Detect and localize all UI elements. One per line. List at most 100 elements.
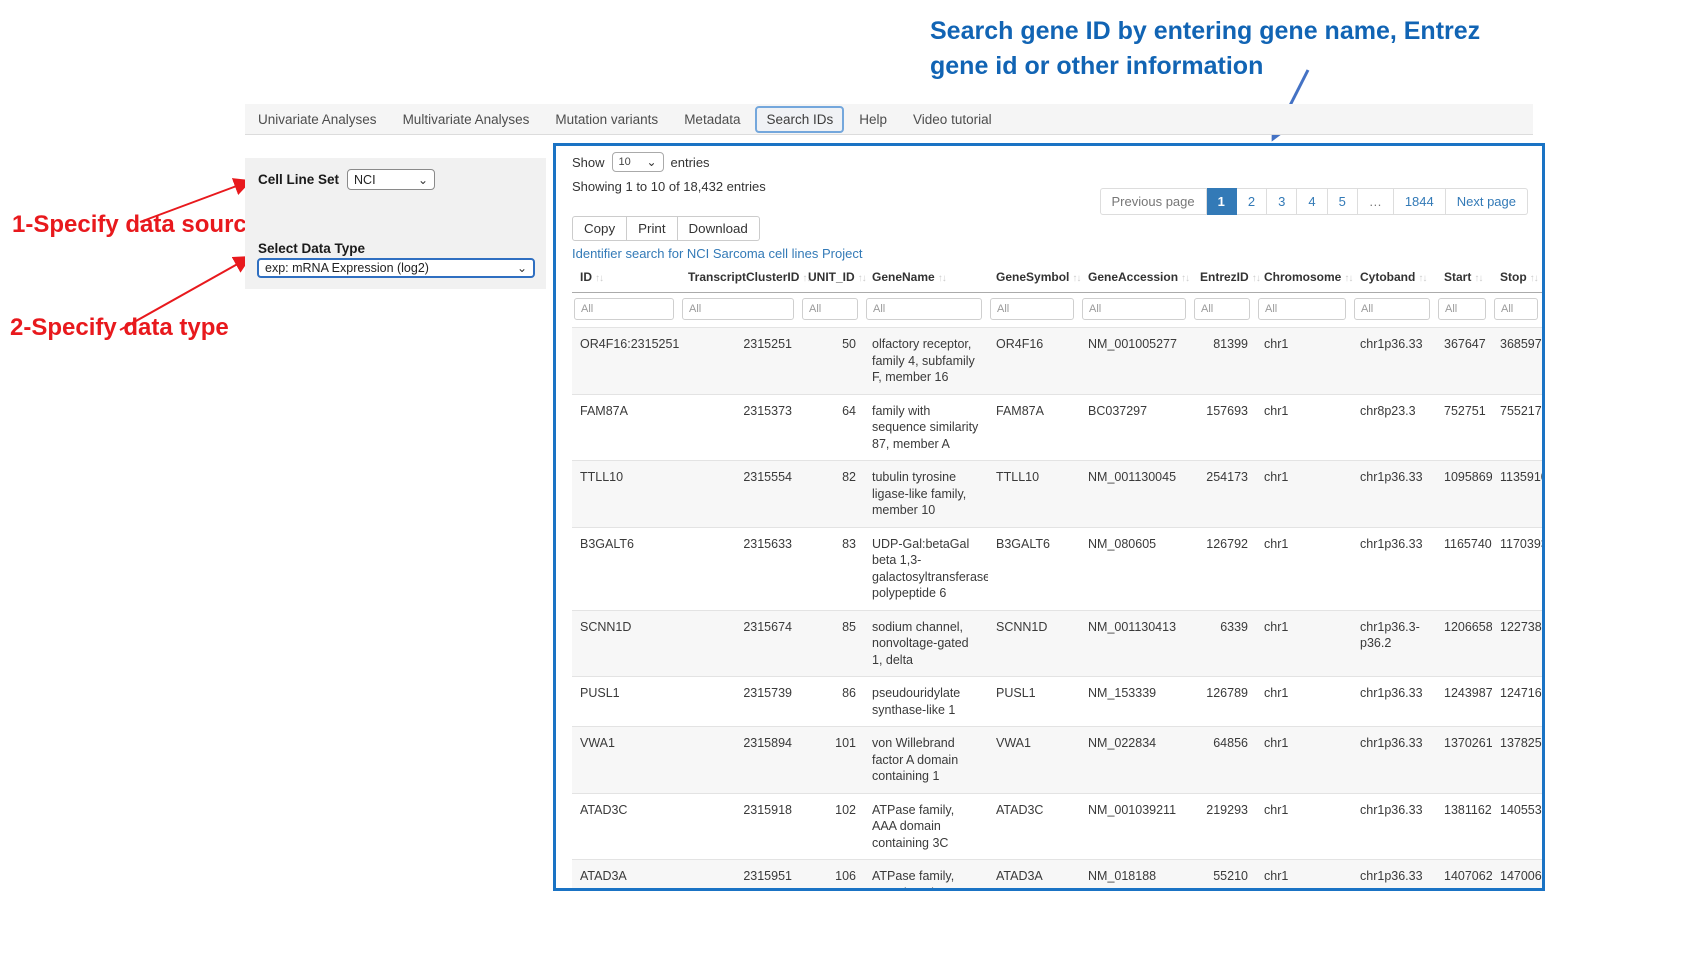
cell-chromosome: chr1 — [1256, 793, 1352, 860]
cell-cytoband: chr1p36.33 — [1352, 328, 1436, 395]
chevron-down-icon: ⌄ — [418, 175, 428, 185]
cell-gene_accession: NM_153339 — [1080, 677, 1192, 727]
table-row: OR4F16:2315251231525150olfactory recepto… — [572, 328, 1544, 395]
tab-metadata[interactable]: Metadata — [671, 112, 753, 127]
tab-help[interactable]: Help — [846, 112, 900, 127]
column-header-cytoband[interactable]: Cytoband↑↓ — [1352, 264, 1436, 293]
filter-input-gene_symbol[interactable] — [990, 298, 1074, 320]
cell-entrez_id: 219293 — [1192, 793, 1256, 860]
download-button[interactable]: Download — [678, 216, 760, 241]
cell-gene_accession: NM_080605 — [1080, 527, 1192, 610]
page-button-previous-page[interactable]: Previous page — [1100, 188, 1207, 215]
tab-multivariate-analyses[interactable]: Multivariate Analyses — [390, 112, 543, 127]
cell-transcript_cluster_id: 2315894 — [680, 727, 800, 794]
cell-line-set-row: Cell Line Set NCI ⌄ — [258, 169, 435, 190]
cell-gene_accession: NM_001130045 — [1080, 461, 1192, 528]
page-button-3[interactable]: 3 — [1267, 188, 1297, 215]
cell-line-set-value: NCI — [354, 173, 376, 187]
cell-unit_id: 101 — [800, 727, 864, 794]
filter-input-gene_accession[interactable] — [1082, 298, 1186, 320]
cell-gene_name: pseudouridylate synthase-like 1 — [864, 677, 988, 727]
print-button[interactable]: Print — [627, 216, 677, 241]
sort-icon: ↑↓ — [1474, 273, 1482, 284]
data-type-select[interactable]: exp: mRNA Expression (log2) ⌄ — [257, 258, 535, 278]
cell-gene_name: sodium channel, nonvoltage-gated 1, delt… — [864, 610, 988, 677]
identifier-search-link[interactable]: Identifier search for NCI Sarcoma cell l… — [572, 246, 862, 261]
filter-cell-cytoband — [1352, 293, 1436, 328]
column-label-gene_accession: GeneAccession — [1088, 270, 1178, 284]
step1-annotation: 1-Specify data source — [12, 212, 260, 238]
sort-icon: ↑↓ — [1181, 273, 1189, 284]
tab-video-tutorial[interactable]: Video tutorial — [900, 112, 1005, 127]
column-header-entrez_id[interactable]: EntrezID↑↓ — [1192, 264, 1256, 293]
cell-gene_name: family with sequence similarity 87, memb… — [864, 394, 988, 461]
page-button-5[interactable]: 5 — [1328, 188, 1358, 215]
cell-unit_id: 106 — [800, 860, 864, 892]
filter-input-start[interactable] — [1438, 298, 1486, 320]
filter-input-chromosome[interactable] — [1258, 298, 1346, 320]
cell-stop: 1227386 — [1492, 610, 1544, 677]
column-header-transcript_cluster_id[interactable]: TranscriptClusterID↑↓ — [680, 264, 800, 293]
column-header-gene_name[interactable]: GeneName↑↓ — [864, 264, 988, 293]
sort-icon: ↑↓ — [1072, 273, 1080, 284]
page-button-[interactable]: … — [1358, 188, 1394, 215]
export-button-group: CopyPrintDownload — [572, 216, 760, 241]
column-header-gene_accession[interactable]: GeneAccession↑↓ — [1080, 264, 1192, 293]
column-header-unit_id[interactable]: UNIT_ID↑↓ — [800, 264, 864, 293]
filter-input-entrez_id[interactable] — [1194, 298, 1250, 320]
tab-mutation-variants[interactable]: Mutation variants — [542, 112, 671, 127]
column-label-id: ID — [580, 270, 592, 284]
cell-cytoband: chr1p36.33 — [1352, 461, 1436, 528]
cell-start: 1165740 — [1436, 527, 1492, 610]
cell-line-set-select[interactable]: NCI ⌄ — [347, 169, 435, 190]
filter-input-gene_name[interactable] — [866, 298, 982, 320]
cell-unit_id: 50 — [800, 328, 864, 395]
page-button-next-page[interactable]: Next page — [1446, 188, 1528, 215]
cell-entrez_id: 157693 — [1192, 394, 1256, 461]
filter-cell-unit_id — [800, 293, 864, 328]
page-length-select[interactable]: 10 ⌄ — [612, 152, 664, 172]
column-header-stop[interactable]: Stop↑↓ — [1492, 264, 1544, 293]
filter-input-id[interactable] — [574, 298, 674, 320]
cell-entrez_id: 55210 — [1192, 860, 1256, 892]
column-header-gene_symbol[interactable]: GeneSymbol↑↓ — [988, 264, 1080, 293]
cell-gene_name: von Willebrand factor A domain containin… — [864, 727, 988, 794]
filter-input-stop[interactable] — [1494, 298, 1538, 320]
filter-cell-gene_accession — [1080, 293, 1192, 328]
cell-transcript_cluster_id: 2315739 — [680, 677, 800, 727]
cell-gene_accession: NM_001039211 — [1080, 793, 1192, 860]
copy-button[interactable]: Copy — [572, 216, 627, 241]
page-button-1[interactable]: 1 — [1207, 188, 1237, 215]
gene-table: ID↑↓TranscriptClusterID↑↓UNIT_ID↑↓GeneNa… — [572, 264, 1544, 891]
page-button-1844[interactable]: 1844 — [1394, 188, 1446, 215]
filter-input-unit_id[interactable] — [802, 298, 858, 320]
data-type-label: Select Data Type — [258, 241, 365, 256]
table-row: ATAD3C2315918102ATPase family, AAA domai… — [572, 793, 1544, 860]
entries-label: entries — [671, 155, 710, 170]
sort-icon: ↑↓ — [1530, 273, 1538, 284]
filter-cell-chromosome — [1256, 293, 1352, 328]
cell-gene_name: ATPase family, AAA domain containing 3C — [864, 793, 988, 860]
cell-id: ATAD3C — [572, 793, 680, 860]
column-header-chromosome[interactable]: Chromosome↑↓ — [1256, 264, 1352, 293]
cell-id: TTLL10 — [572, 461, 680, 528]
column-label-transcript_cluster_id: TranscriptClusterID — [688, 270, 799, 284]
chevron-down-icon: ⌄ — [517, 263, 527, 273]
cell-unit_id: 102 — [800, 793, 864, 860]
cell-chromosome: chr1 — [1256, 727, 1352, 794]
page-button-2[interactable]: 2 — [1237, 188, 1267, 215]
filter-cell-start — [1436, 293, 1492, 328]
tab-univariate-analyses[interactable]: Univariate Analyses — [245, 112, 390, 127]
cell-unit_id: 83 — [800, 527, 864, 610]
cell-chromosome: chr1 — [1256, 860, 1352, 892]
tab-search-ids[interactable]: Search IDs — [755, 106, 844, 133]
filter-input-transcript_cluster_id[interactable] — [682, 298, 794, 320]
page-length-value: 10 — [619, 156, 631, 168]
gene-table-wrap: ID↑↓TranscriptClusterID↑↓UNIT_ID↑↓GeneNa… — [572, 264, 1530, 891]
cell-cytoband: chr1p36.33 — [1352, 527, 1436, 610]
filter-input-cytoband[interactable] — [1354, 298, 1430, 320]
page-button-4[interactable]: 4 — [1297, 188, 1327, 215]
column-header-start[interactable]: Start↑↓ — [1436, 264, 1492, 293]
column-label-chromosome: Chromosome — [1264, 270, 1341, 284]
column-header-id[interactable]: ID↑↓ — [572, 264, 680, 293]
